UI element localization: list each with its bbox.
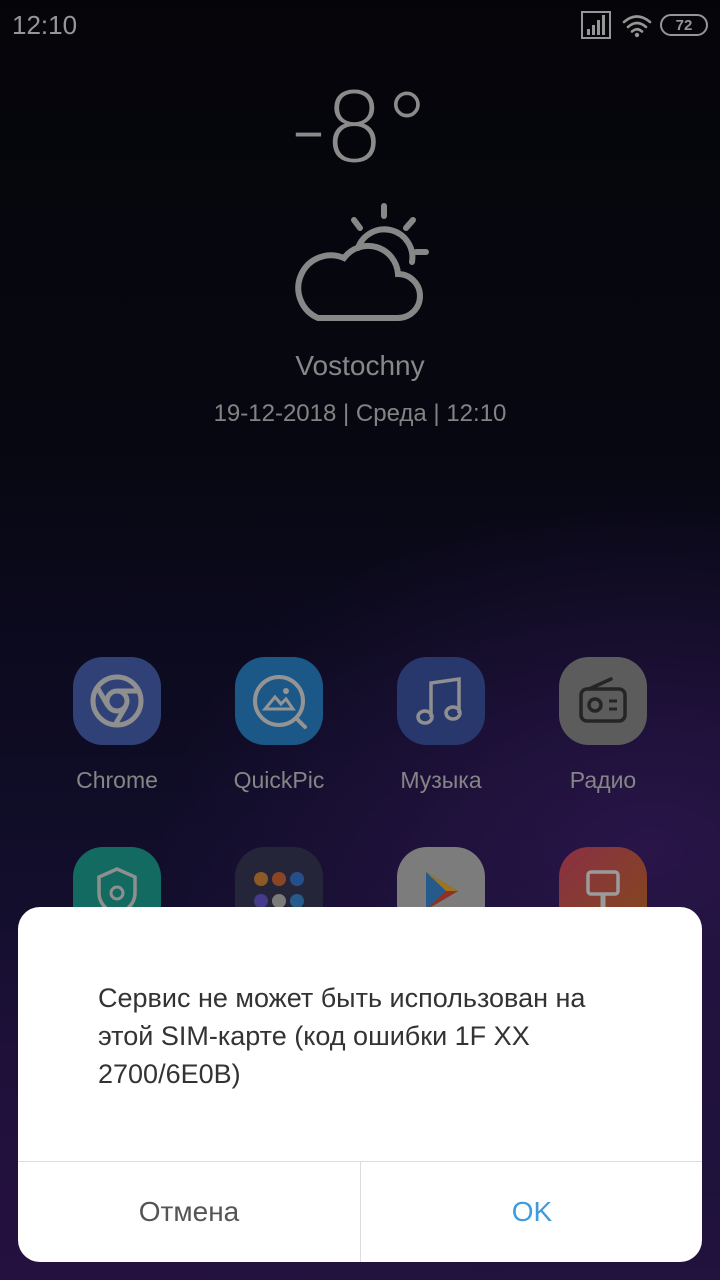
dialog-message: Сервис не может быть использован на этой… <box>98 983 586 1089</box>
cancel-button[interactable]: Отмена <box>18 1162 360 1262</box>
ok-button[interactable]: OK <box>361 1162 702 1262</box>
error-dialog: Сервис не может быть использован на этой… <box>18 907 702 1262</box>
